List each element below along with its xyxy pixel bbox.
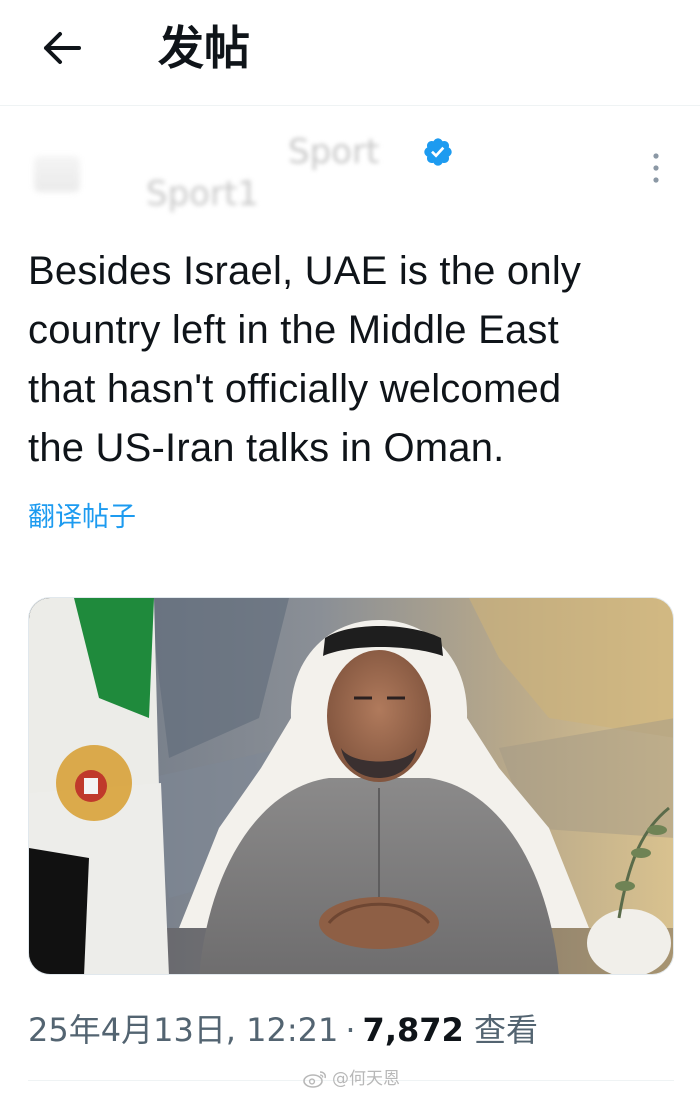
post-text-line: country left in the Middle East bbox=[28, 308, 559, 352]
author-handle[interactable]: Sport1 bbox=[146, 174, 259, 214]
verified-badge-icon[interactable] bbox=[422, 136, 454, 168]
post-text-line: the US-Iran talks in Oman. bbox=[28, 426, 505, 470]
watermark-text: @何天恩 bbox=[332, 1069, 400, 1089]
author-display-name[interactable]: Sport bbox=[288, 130, 379, 174]
page-title: 发帖 bbox=[158, 21, 250, 75]
translate-post-link[interactable]: 翻译帖子 bbox=[28, 498, 136, 538]
post-meta: 25年4月13日, 12:21 · 7,872 查看 bbox=[28, 1006, 538, 1054]
top-bar: 发帖 bbox=[0, 0, 700, 106]
weibo-logo-icon bbox=[303, 1071, 326, 1088]
watermark: @何天恩 bbox=[302, 1066, 400, 1092]
arrow-left-icon bbox=[44, 32, 81, 64]
portrait-photo bbox=[29, 598, 673, 974]
post-text-line: Besides Israel, UAE is the only bbox=[28, 249, 582, 293]
views-label: 查看 bbox=[473, 1011, 538, 1049]
post-timestamp[interactable]: 25年4月13日, 12:21 bbox=[28, 1011, 338, 1049]
more-vertical-icon bbox=[653, 153, 659, 183]
meta-separator: · bbox=[345, 1011, 356, 1049]
post-text-line: that hasn't officially welcomed bbox=[28, 367, 562, 411]
avatar[interactable] bbox=[34, 156, 80, 192]
views-count: 7,872 bbox=[362, 1011, 464, 1049]
post-photo[interactable] bbox=[28, 597, 674, 975]
post-text: Besides Israel, UAE is the only country … bbox=[28, 242, 678, 478]
more-options-button[interactable] bbox=[638, 146, 674, 190]
back-button[interactable] bbox=[34, 24, 88, 72]
post-author: Sport Sport1 bbox=[28, 128, 672, 220]
